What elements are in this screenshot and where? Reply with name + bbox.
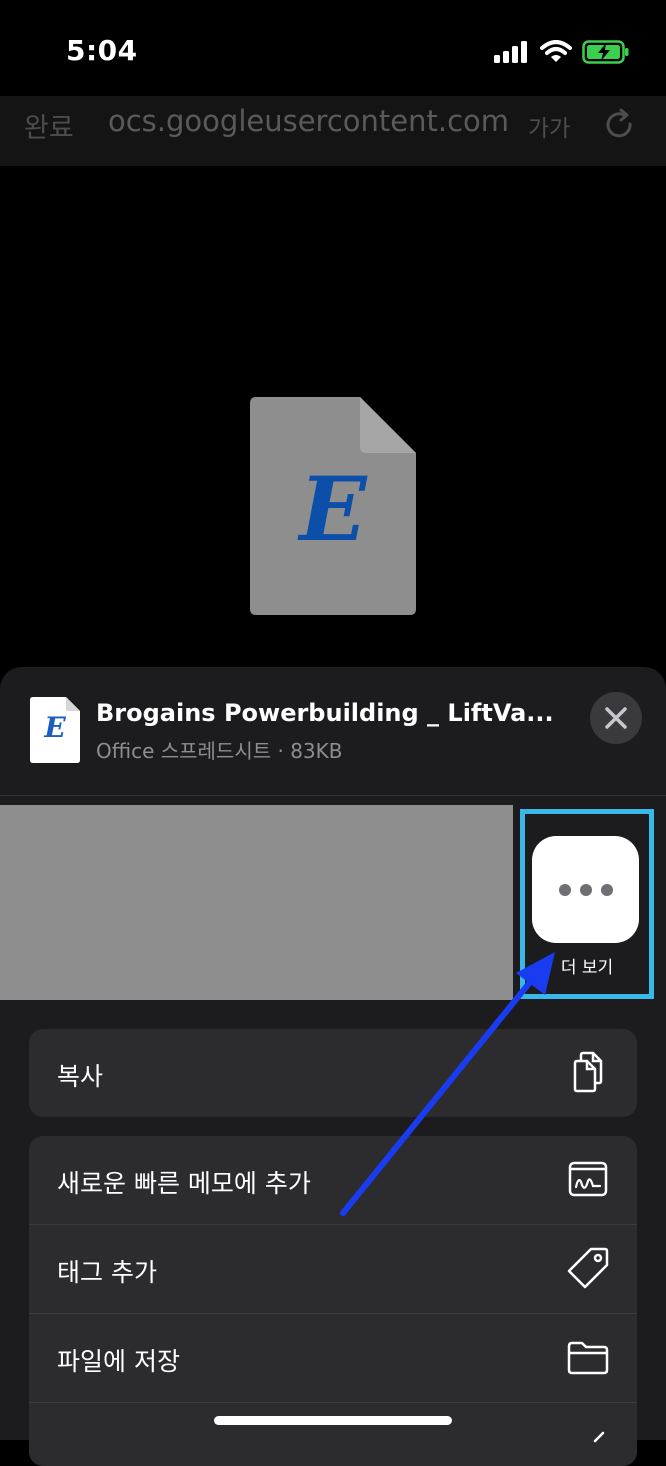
tag-icon (567, 1247, 609, 1289)
preview-icon-letter: E (299, 457, 367, 561)
more-label: 더 보기 (560, 958, 614, 978)
ellipsis-icon (558, 883, 613, 896)
copy-group: 복사 (29, 1029, 637, 1117)
text-size-button[interactable]: 가가 (528, 109, 570, 143)
quick-note-action[interactable]: 새로운 빠른 메모에 추가 (29, 1136, 637, 1225)
file-thumbnail: E (30, 697, 80, 763)
file-subtitle: Office 스프레드시트 · 83KB (96, 739, 343, 763)
more-button[interactable] (532, 836, 639, 943)
reload-icon[interactable] (600, 106, 640, 146)
cellular-signal-icon (494, 41, 527, 63)
status-icons (494, 40, 630, 64)
close-icon (605, 707, 627, 729)
quick-note-label: 새로운 빠른 메모에 추가 (57, 1169, 311, 1198)
next-action[interactable] (29, 1403, 637, 1466)
copy-icon (573, 1051, 603, 1093)
copy-label: 복사 (57, 1062, 104, 1091)
app-share-row (0, 805, 513, 1000)
share-sheet-header: E Brogains Powerbuilding _ LiftVa... Off… (0, 667, 666, 796)
browser-toolbar: 완료 ocs.googleusercontent.com 가가 (0, 96, 666, 166)
file-thumbnail-letter: E (44, 711, 66, 744)
status-time: 5:04 (66, 34, 138, 67)
done-button[interactable]: 완료 (24, 106, 74, 145)
copy-action[interactable]: 복사 (29, 1029, 637, 1117)
home-indicator (214, 1416, 452, 1425)
close-button[interactable] (590, 692, 642, 744)
add-tags-action[interactable]: 태그 추가 (29, 1225, 637, 1314)
battery-charging-icon (582, 40, 629, 64)
wifi-icon (540, 40, 572, 62)
add-tags-label: 태그 추가 (57, 1258, 157, 1287)
save-to-files-action[interactable]: 파일에 저장 (29, 1314, 637, 1403)
file-title: Brogains Powerbuilding _ LiftVa... (96, 699, 554, 727)
document-preview: E (250, 397, 416, 615)
save-to-files-label: 파일에 저장 (57, 1347, 180, 1376)
share-sheet: E Brogains Powerbuilding _ LiftVa... Off… (0, 667, 666, 1466)
folder-icon (567, 1341, 609, 1375)
partial-action-icon (593, 1431, 605, 1443)
url-field[interactable]: ocs.googleusercontent.com (108, 104, 508, 138)
quick-note-icon (568, 1161, 608, 1197)
status-bar: 5:04 (0, 0, 666, 100)
